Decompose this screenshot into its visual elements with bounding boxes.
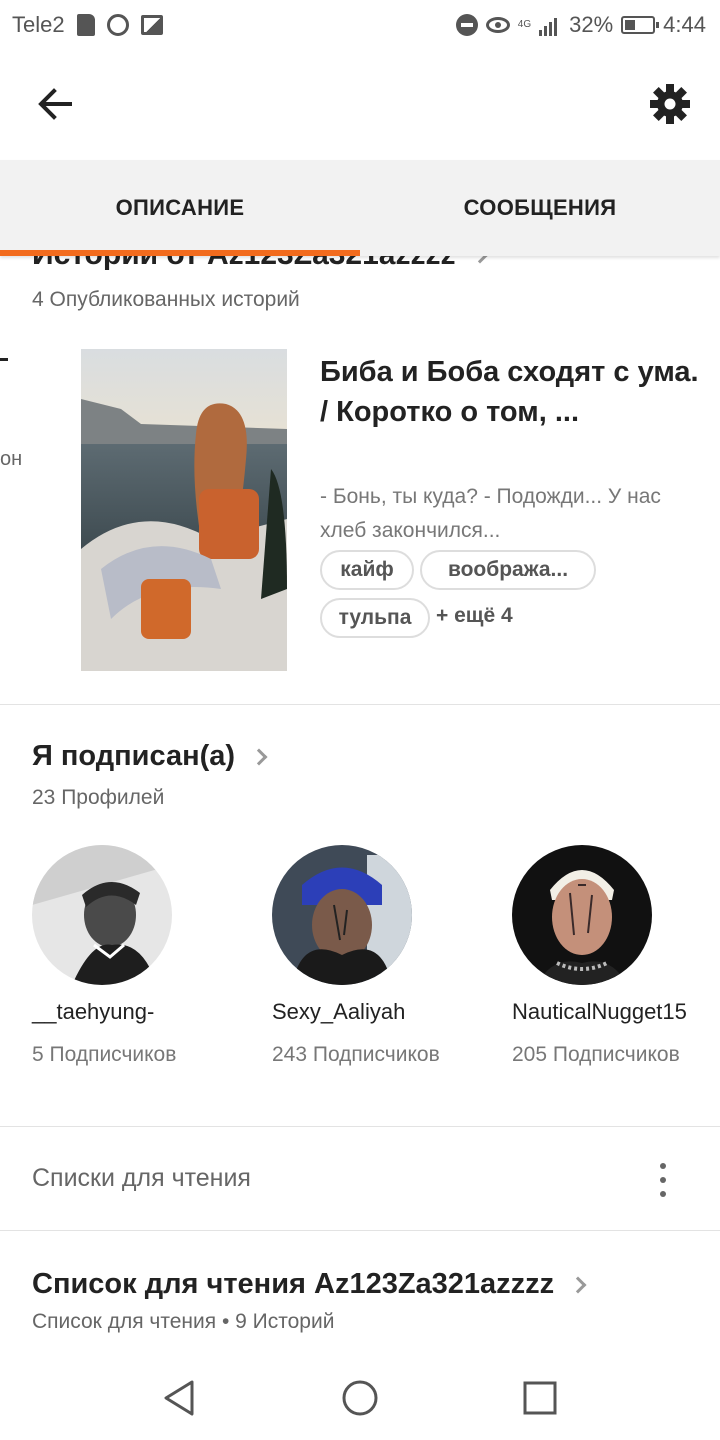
status-bar: Tele2 4G 32% 4:44 — [0, 0, 720, 50]
following-header[interactable]: Я подписан(а) — [32, 740, 268, 773]
following-count: 23 Профилей — [32, 786, 165, 809]
profile-name: __taehyung- — [32, 999, 155, 1024]
active-tab-indicator — [0, 250, 360, 256]
signal-icon — [539, 14, 561, 36]
reading-lists-label: Списки для чтения — [32, 1164, 251, 1192]
tab-bar: ОПИСАНИЕ СООБЩЕНИЯ — [0, 160, 720, 256]
back-button[interactable] — [30, 78, 82, 130]
reading-list-header[interactable]: Список для чтения Az123Za321azzzz — [32, 1268, 587, 1301]
tab-messages-label: СООБЩЕНИЯ — [463, 195, 617, 220]
home-circle-icon — [342, 1380, 378, 1416]
tag-chip[interactable]: кайф — [320, 550, 414, 590]
story-description: - Бонь, ты куда? - Подожди... У нас хлеб… — [320, 485, 661, 542]
story-title[interactable]: Биба и Боба сходят с ума. / Коротко о то… — [320, 352, 700, 432]
battery-percent: 32% — [569, 12, 614, 37]
stories-count: 4 Опубликованных историй — [32, 288, 300, 311]
sim-card-icon — [76, 14, 95, 36]
profile-card[interactable]: __taehyung- 5 Подписчиков — [32, 845, 232, 1069]
image-icon — [140, 15, 163, 35]
more-tags-link[interactable]: + ещё 4 — [436, 604, 513, 628]
divider — [0, 704, 720, 705]
chevron-right-icon — [250, 748, 268, 765]
more-options-icon[interactable] — [648, 1160, 678, 1200]
tab-description-label: ОПИСАНИЕ — [115, 195, 245, 220]
profile-card[interactable]: Sexy_Aaliyah 243 Подписчиков — [272, 845, 452, 1069]
status-left: Tele2 — [12, 12, 163, 38]
avatar — [512, 845, 652, 985]
system-nav-bar — [0, 1350, 720, 1440]
gear-icon — [650, 84, 690, 124]
back-triangle-icon — [164, 1380, 194, 1416]
arrow-left-icon — [38, 88, 72, 120]
tab-description[interactable]: ОПИСАНИЕ — [0, 160, 360, 256]
status-right: 4G 32% 4:44 — [455, 12, 706, 38]
app-bar — [0, 50, 720, 160]
carrier-label: Tele2 — [12, 12, 65, 37]
do-not-disturb-icon — [455, 14, 478, 36]
profile-name: NauticalNugget15 — [512, 999, 687, 1024]
tag-label: тульпа — [338, 606, 412, 629]
nav-recents-button[interactable] — [520, 1378, 560, 1423]
network-type: 4G — [517, 19, 532, 30]
clock: 4:44 — [663, 12, 706, 37]
avatar — [272, 845, 412, 985]
hotspot-icon — [106, 14, 129, 36]
tag-chip[interactable]: тульпа — [320, 598, 430, 638]
divider — [0, 1230, 720, 1231]
profile-name: Sexy_Aaliyah — [272, 999, 406, 1024]
story-cover-image[interactable] — [81, 349, 287, 671]
recents-square-icon — [523, 1381, 557, 1415]
reading-list-subtitle: Список для чтения • 9 Историй — [32, 1310, 335, 1333]
previous-card-title-fragment — [0, 358, 8, 361]
tag-label: вообража... — [447, 558, 569, 581]
eye-icon — [485, 17, 510, 33]
divider — [0, 1126, 720, 1127]
profile-followers: 243 Подписчиков — [272, 1043, 440, 1066]
profile-card[interactable]: NauticalNugget15 205 Подписчиков — [512, 845, 712, 1069]
previous-card-text-fragment: он — [0, 448, 23, 470]
tag-chip[interactable]: вообража... — [420, 550, 596, 590]
nav-home-button[interactable] — [340, 1378, 380, 1423]
chevron-right-icon — [569, 1276, 587, 1293]
reading-list-title: Список для чтения Az123Za321azzzz — [32, 1268, 555, 1300]
avatar — [32, 845, 172, 985]
tab-messages[interactable]: СООБЩЕНИЯ — [360, 160, 720, 256]
nav-back-button[interactable] — [160, 1378, 200, 1423]
profile-followers: 205 Подписчиков — [512, 1043, 680, 1066]
battery-icon — [621, 16, 660, 34]
following-title: Я подписан(а) — [32, 740, 236, 772]
settings-button[interactable] — [644, 78, 696, 130]
profile-followers: 5 Подписчиков — [32, 1043, 177, 1066]
story-cover-illustration — [81, 349, 287, 671]
tag-label: кайф — [340, 558, 394, 581]
